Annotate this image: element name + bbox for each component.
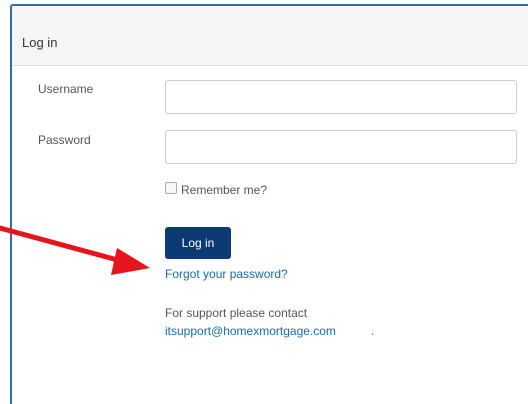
- red-arrow-icon: [0, 225, 150, 275]
